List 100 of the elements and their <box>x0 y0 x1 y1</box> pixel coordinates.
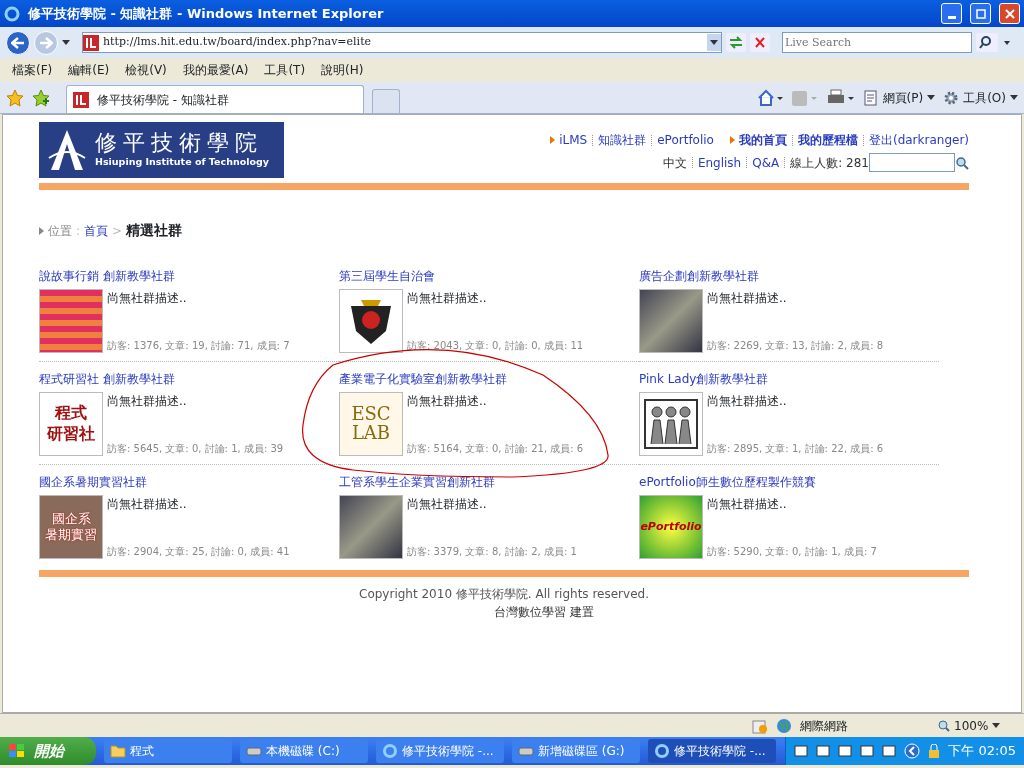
back-button[interactable] <box>6 30 30 55</box>
minimize-button[interactable] <box>941 3 962 24</box>
breadcrumb-label: 位置 <box>48 222 72 240</box>
stop-icon[interactable] <box>750 33 770 52</box>
search-icon[interactable] <box>955 155 969 170</box>
command-button[interactable]: 網頁(P) <box>862 88 936 107</box>
credit-text: 台灣數位學習 建置 <box>494 604 594 621</box>
community-stats: 訪客: 5645, 文章: 0, 討論: 1, 成員: 39 <box>107 442 284 456</box>
people-icon <box>643 398 699 450</box>
taskbar-button[interactable]: 程式 <box>104 739 232 763</box>
menu-item[interactable]: 工具(T) <box>256 59 314 81</box>
community-stats: 訪客: 2043, 文章: 0, 討論: 0, 成員: 11 <box>407 339 584 353</box>
community-title[interactable]: ePortfolio師生數位歷程製作競賽 <box>639 473 939 491</box>
community-title[interactable]: 產業電子化實驗室創新教學社群 <box>339 370 639 388</box>
breadcrumb-separator: : <box>76 222 81 240</box>
online-count: 線上人數: 281 <box>790 154 869 172</box>
thumbnail-text: ePortfolio <box>640 518 702 535</box>
community-title[interactable]: Pink Lady創新教學社群 <box>639 370 939 388</box>
tower-emblem-icon <box>47 128 87 172</box>
taskbar-button[interactable]: 修平技術學院 -... <box>376 739 504 763</box>
search-field[interactable]: Live Search <box>782 32 972 53</box>
minimize-icon <box>947 16 956 19</box>
forward-arrow-icon <box>39 36 53 49</box>
taskbar-button[interactable]: 本機磁碟 (C:) <box>240 739 368 763</box>
taskbar-button[interactable]: 修平技術學院 -... <box>648 739 776 763</box>
nav-link[interactable]: 我的歷程檔 <box>797 131 858 149</box>
dropdown-caret-icon <box>1010 95 1018 100</box>
community-description: 尚無社群描述.. <box>107 393 188 410</box>
globe-icon <box>776 717 792 734</box>
site-search-field[interactable] <box>869 153 955 172</box>
community-description: 尚無社群描述.. <box>407 393 488 410</box>
community-title[interactable]: 程式研習社 創新教學社群 <box>39 370 339 388</box>
gear-icon <box>943 89 960 106</box>
community-title[interactable]: 第三屆學生自治會 <box>339 267 639 285</box>
community-description: 尚無社群描述.. <box>707 496 788 513</box>
maximize-button[interactable] <box>970 3 991 24</box>
community-thumbnail <box>339 495 403 559</box>
dropdown-caret-icon[interactable] <box>62 40 70 45</box>
community-title[interactable]: 國企系暑期實習社群 <box>39 473 339 491</box>
drive-icon <box>246 745 262 757</box>
community-title[interactable]: 廣告企劃創新教學社群 <box>639 267 939 285</box>
bullet-triangle-icon <box>39 226 44 235</box>
community-title[interactable]: 工管系學生企業實習創新社群 <box>339 473 639 491</box>
community-description: 尚無社群描述.. <box>107 496 188 513</box>
logo-subtitle: Hsiuping Institute of Technology <box>95 154 269 169</box>
community-thumbnail <box>39 289 103 353</box>
nav-link[interactable]: iLMS <box>559 131 588 149</box>
ie-logo-icon <box>654 743 670 759</box>
community-stats: 訪客: 2904, 文章: 25, 討論: 0, 成員: 41 <box>107 545 290 559</box>
community-title[interactable]: 說故事行銷 創新教學社群 <box>39 267 339 285</box>
menu-item[interactable]: 說明(H) <box>313 59 372 81</box>
nav-link[interactable]: 登出(darkranger) <box>868 131 969 149</box>
menu-item[interactable]: 檔案(F) <box>4 59 61 81</box>
lock-icon <box>928 744 941 758</box>
language-link[interactable]: English <box>697 153 742 172</box>
thumbnail-text: 研習社 <box>47 424 95 445</box>
breadcrumb-link[interactable]: 首頁 <box>84 221 109 240</box>
menu-item[interactable]: 檢視(V) <box>117 59 175 81</box>
taskbar-button[interactable]: 新增磁碟區 (G:) <box>512 739 640 763</box>
drive-icon <box>518 745 534 757</box>
community-description: 尚無社群描述.. <box>107 290 188 307</box>
language-link[interactable]: Q&A <box>752 153 780 172</box>
chevron-left-icon[interactable] <box>904 743 921 759</box>
window-title: 修平技術學院 - 知識社群 - Windows Internet Explorer <box>28 4 385 23</box>
dropdown-caret-icon <box>992 723 1001 728</box>
close-button[interactable] <box>999 3 1020 24</box>
nav-link[interactable]: 我的首頁 <box>738 131 787 149</box>
community-stats: 訪客: 5290, 文章: 0, 討論: 1, 成員: 7 <box>707 545 877 559</box>
community-description: 尚無社群描述.. <box>407 496 488 513</box>
thumbnail-text: 暑期實習 <box>45 527 97 544</box>
add-favorite-icon[interactable] <box>32 88 50 107</box>
nav-link[interactable]: 知識社群 <box>598 131 647 149</box>
back-arrow-icon <box>11 36 25 49</box>
site-favicon-icon <box>83 34 99 51</box>
maximize-icon <box>975 8 986 19</box>
nav-link[interactable]: ePortfolio <box>657 131 714 149</box>
dropdown-caret-icon <box>707 34 721 51</box>
browser-tab[interactable]: 修平技術學院 - 知識社群 <box>66 85 364 113</box>
address-field[interactable]: http://lms.hit.edu.tw/board/index.php?nav=elite <box>82 32 722 53</box>
community-stats: 訪客: 5164, 文章: 0, 討論: 21, 成員: 6 <box>407 442 584 456</box>
menu-item[interactable]: 我的最愛(A) <box>174 59 257 81</box>
search-icon[interactable] <box>976 33 998 52</box>
community-stats: 訪客: 3379, 文章: 8, 討論: 2, 成員: 1 <box>407 545 577 559</box>
thumbnail-text: LAB <box>351 424 391 443</box>
community-stats: 訪客: 1376, 文章: 19, 討論: 71, 成員: 7 <box>107 339 290 353</box>
command-button[interactable]: 工具(O) <box>943 88 1018 107</box>
logo-title: 修平技術學院 <box>95 130 264 155</box>
bullet-triangle-icon <box>550 136 556 144</box>
close-icon <box>1004 8 1015 19</box>
star-icon[interactable] <box>6 88 24 107</box>
zoom-icon <box>938 719 950 732</box>
thumbnail-text: 國企系 <box>51 510 91 527</box>
refresh-icon[interactable] <box>726 33 746 52</box>
home-icon[interactable] <box>756 88 783 107</box>
security-zone: 網際網路 <box>800 717 849 735</box>
zoom-control[interactable]: 100% <box>938 716 1018 735</box>
language-link[interactable]: 中文 <box>662 153 687 172</box>
site-favicon-icon <box>73 91 89 108</box>
menu-item[interactable]: 編輯(E) <box>60 59 118 81</box>
community-stats: 訪客: 2895, 文章: 1, 討論: 22, 成員: 6 <box>707 442 884 456</box>
